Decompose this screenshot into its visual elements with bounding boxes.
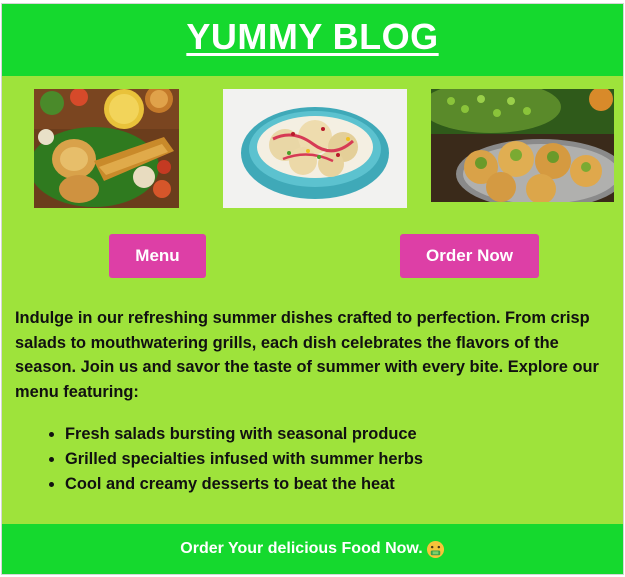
feature-list: Fresh salads bursting with seasonal prod… [24,422,423,497]
site-footer: Order Your delicious Food Now. [2,524,623,574]
dahi-puri-bowl-photo [223,89,407,208]
footer-text: Order Your delicious Food Now. [180,540,423,557]
order-now-button[interactable]: Order Now [400,234,539,278]
money-mouth-face-icon [426,540,445,559]
site-title: YUMMY BLOG [186,16,439,57]
dosa-thali-photo [34,89,179,208]
site-header: YUMMY BLOG [2,4,623,76]
list-item: Cool and creamy desserts to beat the hea… [65,472,423,497]
intro-paragraph: Indulge in our refreshing summer dishes … [15,309,599,401]
page-container: YUMMY BLOG Menu Order Now Indulge in our… [1,3,624,575]
list-item: Grilled specialties infused with summer … [65,447,423,472]
pani-puri-plate-photo [431,89,614,202]
list-item: Fresh salads bursting with seasonal prod… [65,422,423,447]
menu-button[interactable]: Menu [109,234,206,278]
